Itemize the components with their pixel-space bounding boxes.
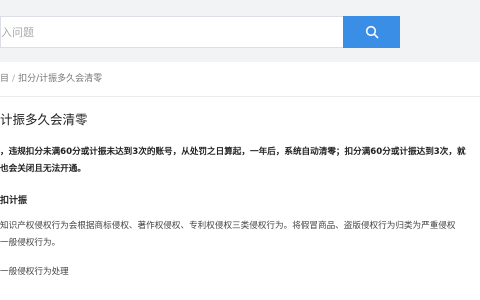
breadcrumb-root[interactable]: 目 bbox=[0, 74, 9, 84]
breadcrumb: 目 / 扣分/计振多久会清零 bbox=[0, 62, 480, 97]
section-heading: 扣计振 bbox=[0, 196, 28, 206]
breadcrumb-current: 扣分/计振多久会清零 bbox=[18, 74, 103, 84]
search-button[interactable] bbox=[343, 16, 400, 48]
body-line: 知识产权侵权行为会根据商标侵权、著作权侵权、专利权侵权三类侵权行为。将假冒商品、… bbox=[0, 221, 456, 231]
search-icon bbox=[365, 25, 378, 39]
body-paragraph: 知识产权侵权行为会根据商标侵权、著作权侵权、专利权侵权三类侵权行为。将假冒商品、… bbox=[0, 218, 480, 252]
bold-paragraph: ，违规扣分未满60分或计振未达到3次的账号，从处罚之日算起，一年后，系统自动清零… bbox=[0, 144, 480, 178]
sub-heading: 一般侵权行为处理 bbox=[0, 267, 69, 277]
bold-line: ，违规扣分未满60分或计振未达到3次的账号，从处罚之日算起，一年后，系统自动清零… bbox=[0, 147, 466, 157]
search-input[interactable] bbox=[1, 17, 343, 47]
bold-line: 也会关闭且无法开通。 bbox=[0, 164, 86, 174]
body-line: 一般侵权行为。 bbox=[0, 238, 61, 248]
article-content: 计振多久会清零 ，违规扣分未满60分或计振未达到3次的账号，从处罚之日算起，一年… bbox=[0, 109, 480, 277]
article-card: 目 / 扣分/计振多久会清零 计振多久会清零 ，违规扣分未满60分或计振未达到3次的… bbox=[0, 62, 480, 300]
breadcrumb-separator: / bbox=[12, 74, 16, 84]
article-title: 计振多久会清零 bbox=[0, 112, 88, 127]
search-box[interactable] bbox=[0, 16, 343, 48]
